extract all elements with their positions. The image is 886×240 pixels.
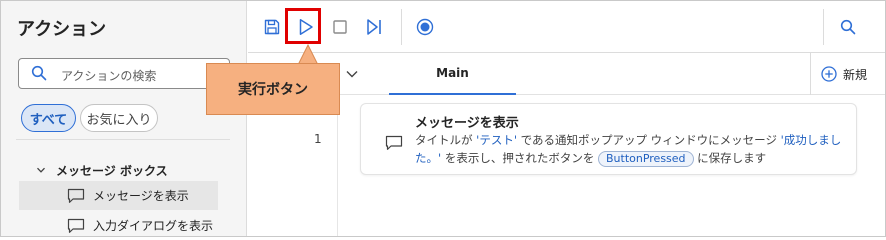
- subflow-tabs-bar: Main 新規: [248, 53, 885, 95]
- actions-pane: アクション アクションの検索 すべて お気に入り メッセージ ボックス メッセー…: [1, 1, 247, 236]
- action-card-description: タイトルが 'テスト' である通知ポップアップ ウィンドウにメッセージ '成功し…: [415, 131, 851, 167]
- search-flow-button[interactable]: [836, 15, 860, 39]
- message-icon: [67, 188, 85, 204]
- save-button[interactable]: [260, 15, 284, 39]
- action-item-input-dialog[interactable]: 入力ダイアログを表示: [19, 211, 218, 240]
- new-subflow-button[interactable]: 新規: [810, 53, 885, 95]
- message-icon: [67, 218, 85, 234]
- line-number: 1: [314, 132, 322, 146]
- pane-divider: [16, 139, 230, 140]
- action-search-input[interactable]: アクションの検索: [18, 58, 230, 89]
- action-item-display-message[interactable]: メッセージを表示: [19, 181, 218, 210]
- filter-all-chip[interactable]: すべて: [21, 104, 76, 132]
- action-card-title: メッセージを表示: [415, 116, 519, 131]
- run-button-highlight: [285, 8, 321, 44]
- search-placeholder: アクションの検索: [61, 69, 157, 83]
- action-card-display-message[interactable]: メッセージを表示 タイトルが 'テスト' である通知ポップアップ ウィンドウにメ…: [360, 103, 857, 175]
- message-icon: [385, 135, 403, 155]
- desc-text: である通知ポップアップ ウィンドウにメッセージ: [516, 133, 781, 147]
- tab-main[interactable]: Main: [389, 53, 516, 95]
- new-label: 新規: [843, 67, 868, 82]
- recorder-button[interactable]: [413, 15, 437, 39]
- save-icon: [264, 19, 280, 35]
- chevron-down-icon: [36, 164, 46, 178]
- line-number-gutter: 1: [248, 96, 338, 236]
- recorder-icon: [416, 18, 434, 36]
- title-value: 'テスト': [476, 133, 517, 147]
- desc-text: タイトルが: [415, 133, 477, 147]
- action-item-label: メッセージを表示: [93, 189, 189, 203]
- desc-text: に保存します: [693, 151, 767, 165]
- add-circle-icon: [821, 66, 837, 82]
- desc-text: を表示し、押されたボタンを: [441, 151, 598, 165]
- group-message-boxes[interactable]: メッセージ ボックス: [36, 162, 168, 179]
- toolbar: [248, 1, 885, 53]
- run-next-action-button[interactable]: [362, 15, 386, 39]
- chevron-down-icon[interactable]: [345, 66, 359, 85]
- search-icon: [840, 19, 856, 35]
- toolbar-separator: [823, 9, 824, 45]
- run-button-callout: 実行ボタン: [206, 63, 340, 115]
- search-icon: [31, 65, 47, 85]
- flow-designer: 1 メッセージを表示 タイトルが 'テスト' である通知ポップアップ ウィンドウ…: [248, 96, 885, 236]
- stop-button[interactable]: [328, 15, 352, 39]
- toolbar-separator: [401, 9, 402, 45]
- stop-icon: [333, 20, 347, 34]
- actions-pane-title: アクション: [17, 19, 107, 40]
- variable-pill[interactable]: ButtonPressed: [597, 151, 694, 167]
- run-next-action-icon: [367, 19, 381, 35]
- group-label: メッセージ ボックス: [56, 164, 168, 178]
- filter-favorites-chip[interactable]: お気に入り: [80, 104, 158, 132]
- action-item-label: 入力ダイアログを表示: [93, 219, 214, 233]
